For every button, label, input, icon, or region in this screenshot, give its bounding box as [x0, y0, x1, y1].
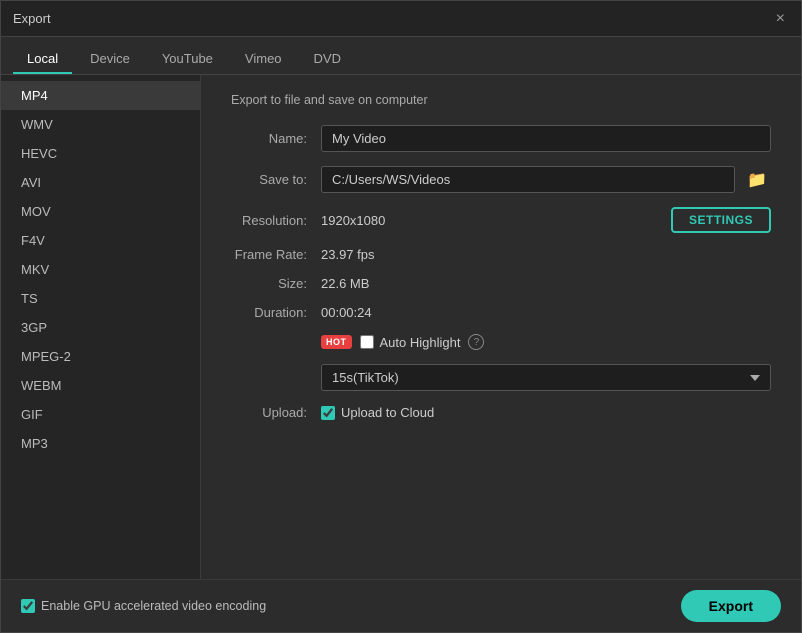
tiktok-dropdown-control: 15s(TikTok) 30s 60s Custom: [321, 364, 771, 391]
duration-row: Duration: 00:00:24: [231, 305, 771, 320]
frame-rate-label: Frame Rate:: [231, 247, 321, 262]
tab-bar: Local Device YouTube Vimeo DVD: [1, 37, 801, 75]
resolution-label: Resolution:: [231, 213, 321, 228]
name-label: Name:: [231, 131, 321, 146]
gpu-encoding-checkbox[interactable]: [21, 599, 35, 613]
tab-dvd[interactable]: DVD: [300, 45, 355, 74]
duration-value: 00:00:24: [321, 305, 372, 320]
upload-cloud-checkbox[interactable]: [321, 406, 335, 420]
main-panel: Export to file and save on computer Name…: [201, 75, 801, 579]
save-to-input[interactable]: [321, 166, 735, 193]
sidebar-item-hevc[interactable]: HEVC: [1, 139, 200, 168]
name-control: [321, 125, 771, 152]
resolution-control: 1920x1080 SETTINGS: [321, 207, 771, 233]
tab-youtube[interactable]: YouTube: [148, 45, 227, 74]
sidebar-item-mp4[interactable]: MP4: [1, 81, 200, 110]
upload-row: Upload: Upload to Cloud: [231, 405, 771, 420]
bottom-bar: Enable GPU accelerated video encoding Ex…: [1, 579, 801, 632]
format-sidebar: MP4 WMV HEVC AVI MOV F4V MKV TS: [1, 75, 201, 579]
tiktok-duration-select[interactable]: 15s(TikTok) 30s 60s Custom: [321, 364, 771, 391]
duration-control: 00:00:24: [321, 305, 771, 320]
hot-badge: HOT: [321, 335, 352, 349]
save-to-control: 📁: [321, 166, 771, 193]
frame-rate-control: 23.97 fps: [321, 247, 771, 262]
auto-highlight-control: HOT Auto Highlight ?: [321, 334, 771, 350]
export-dialog: Export × Local Device YouTube Vimeo DVD …: [0, 0, 802, 633]
sidebar-item-3gp[interactable]: 3GP: [1, 313, 200, 342]
name-input[interactable]: [321, 125, 771, 152]
sidebar-item-f4v[interactable]: F4V: [1, 226, 200, 255]
help-icon[interactable]: ?: [468, 334, 484, 350]
frame-rate-value: 23.97 fps: [321, 247, 375, 262]
resolution-row: Resolution: 1920x1080 SETTINGS: [231, 207, 771, 233]
size-control: 22.6 MB: [321, 276, 771, 291]
sidebar-item-wmv[interactable]: WMV: [1, 110, 200, 139]
auto-highlight-row: HOT Auto Highlight ?: [231, 334, 771, 350]
tab-local[interactable]: Local: [13, 45, 72, 74]
size-label: Size:: [231, 276, 321, 291]
sidebar-item-mkv[interactable]: MKV: [1, 255, 200, 284]
sidebar-item-webm[interactable]: WEBM: [1, 371, 200, 400]
sidebar-item-ts[interactable]: TS: [1, 284, 200, 313]
auto-highlight-text: Auto Highlight: [380, 335, 461, 350]
tab-device[interactable]: Device: [76, 45, 144, 74]
dialog-title: Export: [13, 11, 51, 26]
save-to-row: Save to: 📁: [231, 166, 771, 193]
tab-vimeo[interactable]: Vimeo: [231, 45, 296, 74]
sidebar-item-mov[interactable]: MOV: [1, 197, 200, 226]
upload-label: Upload:: [231, 405, 321, 420]
gpu-encoding-label[interactable]: Enable GPU accelerated video encoding: [21, 599, 266, 613]
settings-button[interactable]: SETTINGS: [671, 207, 771, 233]
content-area: MP4 WMV HEVC AVI MOV F4V MKV TS: [1, 75, 801, 579]
folder-button[interactable]: 📁: [743, 168, 771, 192]
export-subtitle: Export to file and save on computer: [231, 93, 771, 107]
frame-rate-row: Frame Rate: 23.97 fps: [231, 247, 771, 262]
sidebar-item-mpeg2[interactable]: MPEG-2: [1, 342, 200, 371]
auto-highlight-checkbox-label[interactable]: Auto Highlight: [360, 335, 461, 350]
size-row: Size: 22.6 MB: [231, 276, 771, 291]
sidebar-item-gif[interactable]: GIF: [1, 400, 200, 429]
sidebar-item-avi[interactable]: AVI: [1, 168, 200, 197]
gpu-encoding-text: Enable GPU accelerated video encoding: [41, 599, 266, 613]
tiktok-dropdown-row: 15s(TikTok) 30s 60s Custom: [231, 364, 771, 391]
size-value: 22.6 MB: [321, 276, 369, 291]
resolution-value: 1920x1080: [321, 213, 671, 228]
sidebar-item-mp3[interactable]: MP3: [1, 429, 200, 458]
export-button[interactable]: Export: [681, 590, 781, 622]
auto-highlight-checkbox[interactable]: [360, 335, 374, 349]
name-row: Name:: [231, 125, 771, 152]
upload-cloud-label[interactable]: Upload to Cloud: [321, 405, 771, 420]
save-to-label: Save to:: [231, 172, 321, 187]
close-button[interactable]: ×: [772, 9, 789, 29]
upload-control: Upload to Cloud: [321, 405, 771, 420]
title-bar: Export ×: [1, 1, 801, 37]
upload-cloud-text: Upload to Cloud: [341, 405, 434, 420]
duration-label: Duration:: [231, 305, 321, 320]
